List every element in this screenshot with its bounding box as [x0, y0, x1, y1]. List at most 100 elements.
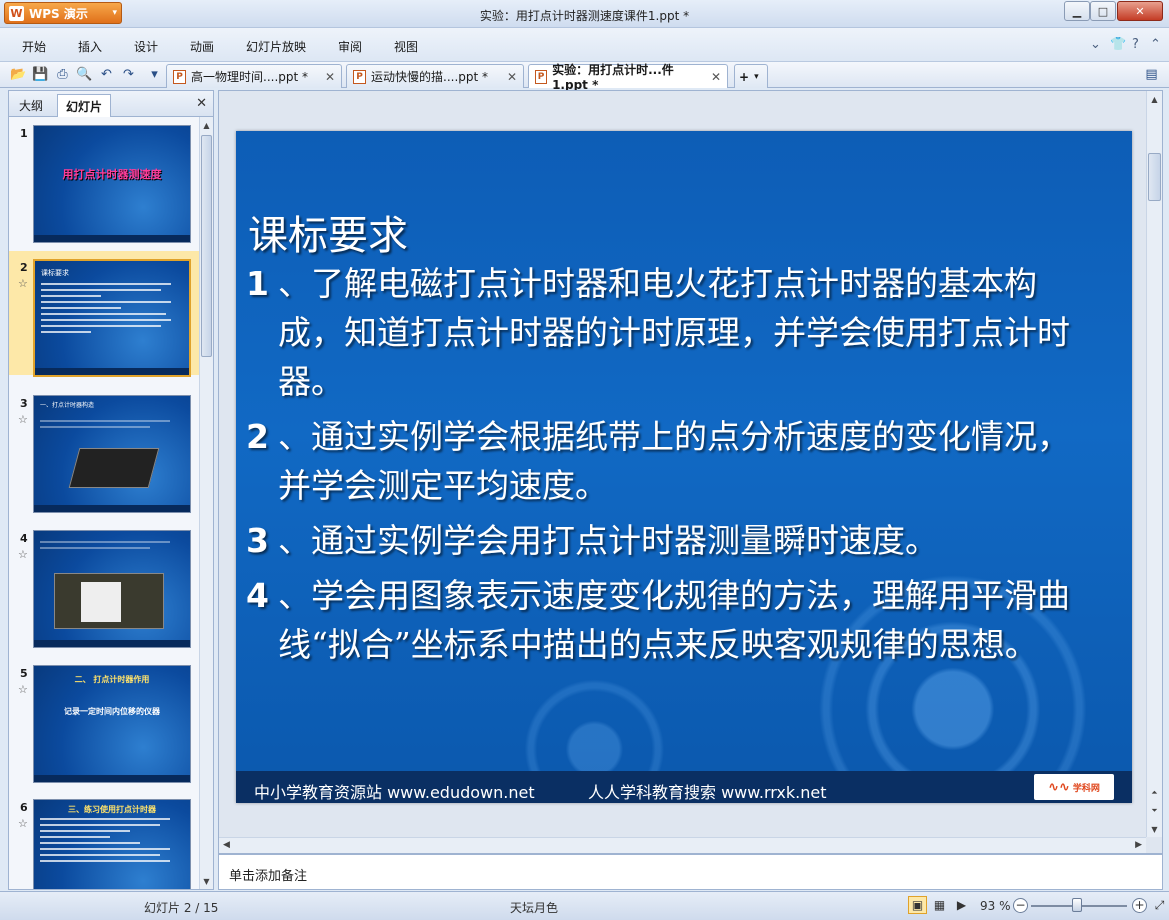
menu-slideshow[interactable]: 幻灯片放映 [246, 38, 306, 55]
item-number: 2 [246, 417, 269, 456]
print-preview-icon[interactable]: 🔍 [76, 66, 93, 83]
doc-tab-label: 实验：用打点计时...件1.ppt * [552, 63, 674, 92]
redo-icon[interactable]: ↷ [120, 66, 137, 83]
slide-sorter-icon[interactable]: ▦ [930, 896, 949, 914]
close-tab-icon[interactable]: ✕ [325, 70, 335, 84]
thumbnail-number: 6 [20, 801, 28, 814]
minimize-button[interactable]: ▁ [1064, 1, 1090, 21]
thumbnail-number: 4 [20, 532, 28, 545]
tab-slides[interactable]: 幻灯片 [57, 94, 112, 117]
item-number: 1 [246, 264, 269, 303]
customize-dropdown-icon[interactable]: ▾ [146, 66, 163, 83]
slide-body[interactable]: 1 、了解电磁打点计时器和电火花打点计时器的基本构成，知道打点计时器的计时原理，… [246, 259, 1086, 675]
print-icon[interactable]: ⎙ [54, 66, 71, 83]
item-text: 、学会用图象表示速度变化规律的方法，理解用平滑曲线“拟合”坐标系中描出的点来反映… [278, 576, 1070, 664]
panel-tabs: 大纲 幻灯片 ✕ [9, 91, 213, 117]
menu-home[interactable]: 开始 [22, 38, 46, 55]
prev-slide-icon[interactable]: ⏶ [1147, 785, 1162, 801]
thumbnail-title: 三、练习使用打点计时器 [68, 805, 156, 814]
thumbnail-slide-2[interactable]: 2 ☆ 课标要求 [9, 251, 199, 377]
slide-heading[interactable]: 课标要求 [248, 203, 408, 261]
zoom-in-icon[interactable]: + [1132, 898, 1147, 913]
item-number: 3 [246, 521, 269, 560]
scroll-up-icon[interactable]: ▲ [200, 117, 213, 133]
tab-outline[interactable]: 大纲 [11, 94, 51, 117]
menu-insert[interactable]: 插入 [78, 38, 102, 55]
skin-icon[interactable]: 👕 [1110, 37, 1126, 52]
menu-design[interactable]: 设计 [134, 38, 158, 55]
help-icon[interactable]: ? [1132, 37, 1139, 52]
doc-tab-3[interactable]: P 实验：用打点计时...件1.ppt * ✕ [528, 63, 728, 92]
ribbon-collapse-icon[interactable]: ⌃ [1150, 37, 1161, 52]
quick-access-toolbar: 📂 💾 ⎙ 🔍 ↶ ↷ ▾ P 高一物理时间....ppt * ✕ P 运动快慢… [0, 62, 1169, 92]
thumbnail-number: 3 [20, 397, 28, 410]
xuekewang-logo: ∿∿ 学科网 [1034, 774, 1114, 800]
status-bar: 幻灯片 2 / 15 天坛月色 ▣ ▦ ▶ 93 % − + ⤢ [0, 891, 1169, 920]
thumbnail-title: 用打点计时器测速度 [62, 168, 162, 181]
slideshow-icon[interactable]: ▶ [952, 896, 971, 914]
thumbnail-scrollbar[interactable]: ▲ ▼ [199, 117, 213, 889]
zoom-slider-thumb[interactable] [1072, 898, 1082, 912]
thumbnail-text-lines [40, 818, 180, 866]
zoom-out-icon[interactable]: − [1013, 898, 1028, 913]
close-tab-icon[interactable]: ✕ [711, 70, 721, 84]
undo-icon[interactable]: ↶ [98, 66, 115, 83]
slide-item-2: 2 、通过实例学会根据纸带上的点分析速度的变化情况，并学会测定平均速度。 [246, 412, 1086, 510]
notes-pane[interactable]: 单击添加备注 [218, 854, 1163, 890]
current-slide[interactable]: 课标要求 1 、了解电磁打点计时器和电火花打点计时器的基本构成，知道打点计时器的… [236, 131, 1132, 803]
thumbnail-list: 1 用打点计时器测速度 2 ☆ 课标要求 3 ☆ 一、打点计时器构造 4 ☆ 5… [9, 117, 199, 889]
thumbnail-image: 课标要求 [33, 259, 191, 377]
scroll-down-icon[interactable]: ▼ [1147, 821, 1162, 837]
thumbnail-slide-4[interactable]: 4 ☆ [9, 522, 199, 648]
thumbnail-subtitle: 记录一定时间内位移的仪器 [64, 707, 160, 716]
slide-footer: 中小学教育资源站 www.edudown.net 人人学科教育搜索 www.rr… [236, 771, 1132, 803]
editor-vertical-scrollbar[interactable]: ▲ ⏶ ⏷ ▼ [1146, 91, 1162, 837]
close-icon[interactable]: ✕ [196, 96, 207, 111]
thumbnail-device-image [54, 573, 164, 629]
thumbnail-slide-3[interactable]: 3 ☆ 一、打点计时器构造 [9, 387, 199, 513]
fit-window-icon[interactable]: ⤢ [1150, 896, 1169, 914]
zoom-level: 93 % [980, 899, 1011, 913]
notes-placeholder[interactable]: 单击添加备注 [229, 865, 307, 884]
close-tab-icon[interactable]: ✕ [507, 70, 517, 84]
thumbnail-title: 二、 打点计时器作用 [74, 675, 150, 684]
close-button[interactable]: ✕ [1117, 1, 1163, 21]
scroll-down-icon[interactable]: ▼ [200, 873, 213, 889]
thumbnail-slide-6[interactable]: 6 ☆ 三、练习使用打点计时器 [9, 791, 199, 889]
ppt-file-icon: P [173, 69, 186, 84]
tab-list-icon[interactable]: ▤ [1143, 66, 1160, 83]
scroll-left-icon[interactable]: ◀ [223, 840, 230, 850]
thumbnail-text-lines [41, 283, 181, 337]
menu-animation[interactable]: 动画 [190, 38, 214, 55]
item-text: 、了解电磁打点计时器和电火花打点计时器的基本构成，知道打点计时器的计时原理，并学… [278, 264, 1070, 401]
chevron-down-icon[interactable]: ⌄ [1090, 37, 1101, 52]
save-icon[interactable]: 💾 [32, 66, 49, 83]
scrollbar-thumb[interactable] [201, 135, 212, 357]
scroll-right-icon[interactable]: ▶ [1135, 840, 1142, 850]
new-tab-button[interactable]: + ▾ [734, 64, 768, 88]
item-number: 4 [246, 576, 269, 615]
next-slide-icon[interactable]: ⏷ [1147, 803, 1162, 819]
slide-editor: 课标要求 1 、了解电磁打点计时器和电火花打点计时器的基本构成，知道打点计时器的… [218, 90, 1163, 854]
footer-right-text: 人人学科教育搜索 www.rrxk.net [588, 783, 827, 802]
ppt-file-icon: P [535, 69, 548, 84]
scrollbar-thumb[interactable] [1148, 153, 1161, 201]
maximize-button[interactable]: □ [1090, 1, 1116, 21]
thumbnail-title: 课标要求 [41, 269, 69, 277]
open-icon[interactable]: 📂 [10, 66, 27, 83]
thumbnail-footer [34, 235, 190, 242]
thumbnail-slide-5[interactable]: 5 ☆ 二、 打点计时器作用 记录一定时间内位移的仪器 [9, 657, 199, 783]
thumbnail-image [33, 530, 191, 648]
slide-item-1: 1 、了解电磁打点计时器和电火花打点计时器的基本构成，知道打点计时器的计时原理，… [246, 259, 1086, 406]
editor-horizontal-scrollbar[interactable]: ◀ ▶ [219, 837, 1146, 853]
menu-view[interactable]: 视图 [394, 38, 418, 55]
doc-tab-label: 运动快慢的描....ppt * [371, 70, 489, 84]
scroll-up-icon[interactable]: ▲ [1147, 91, 1162, 107]
doc-tab-1[interactable]: P 高一物理时间....ppt * ✕ [166, 64, 342, 88]
title-bar: W WPS 演示 ▾ 实验：用打点计时器测速度课件1.ppt * ▁ □ ✕ [0, 0, 1169, 28]
normal-view-icon[interactable]: ▣ [908, 896, 927, 914]
menu-review[interactable]: 审阅 [338, 38, 362, 55]
thumbnail-image: 用打点计时器测速度 [33, 125, 191, 243]
doc-tab-2[interactable]: P 运动快慢的描....ppt * ✕ [346, 64, 524, 88]
thumbnail-slide-1[interactable]: 1 用打点计时器测速度 [9, 117, 199, 243]
